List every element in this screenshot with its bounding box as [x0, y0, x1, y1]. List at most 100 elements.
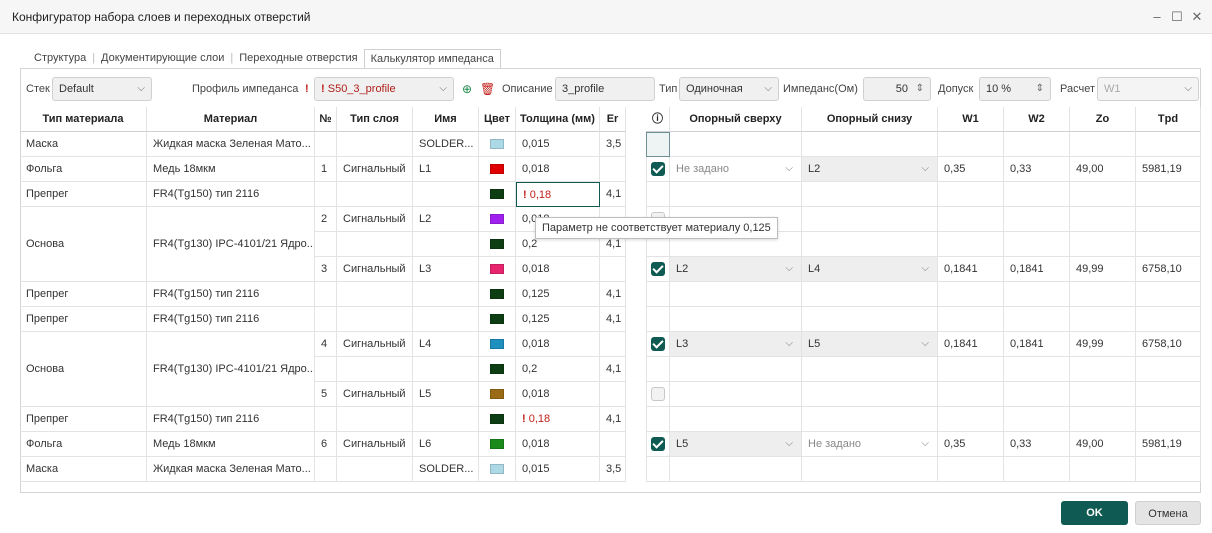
- layer-color-cell[interactable]: [479, 357, 516, 382]
- spin-icon[interactable]: ⇕: [1036, 78, 1044, 100]
- material-cell[interactable]: Медь 18мкм: [147, 157, 315, 182]
- tab-documentation-layers[interactable]: Документирующие слои: [95, 49, 230, 67]
- thickness-cell[interactable]: 0,125: [516, 307, 600, 332]
- calc-checkbox[interactable]: [651, 337, 665, 351]
- profile-select[interactable]: ! S50_3_profile ⌵: [314, 77, 454, 101]
- thickness-cell[interactable]: ! 0,18: [516, 407, 600, 432]
- layer-color-cell[interactable]: [479, 232, 516, 257]
- thickness-cell[interactable]: 0,018: [516, 257, 600, 282]
- thickness-cell[interactable]: 0,2: [516, 357, 600, 382]
- stack-select[interactable]: Default ⌵: [52, 77, 152, 101]
- thickness-cell[interactable]: 0,015: [516, 132, 600, 157]
- calc-toggle-cell[interactable]: [646, 157, 670, 182]
- layer-name-cell[interactable]: SOLDER...: [413, 457, 479, 482]
- layer-name-cell[interactable]: [413, 307, 479, 332]
- thickness-cell[interactable]: 0,018: [516, 382, 600, 407]
- layer-name-cell[interactable]: [413, 407, 479, 432]
- spin-icon[interactable]: ⇕: [916, 78, 924, 100]
- layer-color-cell[interactable]: [479, 157, 516, 182]
- layer-name-cell[interactable]: L4: [413, 332, 479, 357]
- add-circle-icon[interactable]: ⊕: [462, 77, 472, 101]
- layer-type-cell[interactable]: [337, 457, 413, 482]
- material-cell[interactable]: FR4(Tg130) IPC-4101/21 Ядро...: [147, 332, 315, 407]
- layer-type-cell[interactable]: [337, 232, 413, 257]
- layer-type-cell[interactable]: [337, 182, 413, 207]
- calc-checkbox[interactable]: [651, 262, 665, 276]
- tab-impedance-calculator[interactable]: Калькулятор импеданса: [363, 49, 501, 69]
- layer-type-cell[interactable]: Сигнальный: [337, 432, 413, 457]
- layer-type-cell[interactable]: [337, 407, 413, 432]
- thickness-cell[interactable]: 0,018: [516, 157, 600, 182]
- layer-name-cell[interactable]: L6: [413, 432, 479, 457]
- layer-color-cell[interactable]: [479, 307, 516, 332]
- material-cell[interactable]: FR4(Tg150) тип 2116: [147, 307, 315, 332]
- layer-color-cell[interactable]: [479, 282, 516, 307]
- ref-top-select[interactable]: L2 ⌵: [670, 257, 802, 282]
- layer-type-cell[interactable]: [337, 307, 413, 332]
- thickness-cell[interactable]: 0,018: [516, 432, 600, 457]
- layer-color-cell[interactable]: [479, 182, 516, 207]
- layer-type-cell[interactable]: [337, 132, 413, 157]
- thickness-cell[interactable]: 0,125: [516, 282, 600, 307]
- layer-name-cell[interactable]: L2: [413, 207, 479, 232]
- thickness-cell[interactable]: 0,015: [516, 457, 600, 482]
- calc-toggle-cell[interactable]: [646, 257, 670, 282]
- layer-color-cell[interactable]: [479, 432, 516, 457]
- layer-name-cell[interactable]: [413, 282, 479, 307]
- ok-button[interactable]: OK: [1061, 501, 1128, 525]
- ref-top-select[interactable]: L5 ⌵: [670, 432, 802, 457]
- calc-toggle-cell[interactable]: [646, 382, 670, 407]
- ref-top-select[interactable]: Не задано ⌵: [670, 157, 802, 182]
- calc-checkbox[interactable]: [651, 162, 665, 176]
- layer-name-cell[interactable]: L5: [413, 382, 479, 407]
- ref-bottom-select[interactable]: Не задано ⌵: [802, 432, 938, 457]
- layer-type-cell[interactable]: Сигнальный: [337, 332, 413, 357]
- description-input[interactable]: 3_profile: [555, 77, 655, 101]
- layer-type-cell[interactable]: Сигнальный: [337, 382, 413, 407]
- tab-structure[interactable]: Структура: [28, 49, 92, 67]
- layer-type-cell[interactable]: Сигнальный: [337, 157, 413, 182]
- layer-color-cell[interactable]: [479, 257, 516, 282]
- layer-color-cell[interactable]: [479, 132, 516, 157]
- calc-checkbox[interactable]: [651, 387, 665, 401]
- layer-name-cell[interactable]: [413, 232, 479, 257]
- ref-bottom-select[interactable]: L4 ⌵: [802, 257, 938, 282]
- layer-name-cell[interactable]: L3: [413, 257, 479, 282]
- type-select[interactable]: Одиночная ⌵: [679, 77, 779, 101]
- minimize-icon[interactable]: –: [1148, 8, 1166, 26]
- layer-color-cell[interactable]: [479, 207, 516, 232]
- tolerance-spinbox[interactable]: 10 % ⇕: [979, 77, 1051, 101]
- material-cell[interactable]: Медь 18мкм: [147, 432, 315, 457]
- material-cell[interactable]: FR4(Tg130) IPC-4101/21 Ядро...: [147, 207, 315, 282]
- maximize-icon[interactable]: ☐: [1168, 8, 1186, 26]
- thickness-cell[interactable]: ! 0,18: [516, 182, 600, 207]
- layer-color-cell[interactable]: [479, 407, 516, 432]
- layer-color-cell[interactable]: [479, 457, 516, 482]
- calc-checkbox[interactable]: [651, 437, 665, 451]
- ref-bottom-select[interactable]: L5 ⌵: [802, 332, 938, 357]
- layer-name-cell[interactable]: [413, 357, 479, 382]
- thickness-cell[interactable]: 0,018: [516, 332, 600, 357]
- layer-name-cell[interactable]: [413, 182, 479, 207]
- layer-color-cell[interactable]: [479, 382, 516, 407]
- calc-toggle-cell[interactable]: [646, 432, 670, 457]
- impedance-spinbox[interactable]: 50 ⇕: [863, 77, 931, 101]
- layer-name-cell[interactable]: SOLDER...: [413, 132, 479, 157]
- calc-toggle-cell[interactable]: [646, 332, 670, 357]
- layer-type-cell[interactable]: Сигнальный: [337, 207, 413, 232]
- trash-icon[interactable]: 🗑: [480, 77, 495, 101]
- cancel-button[interactable]: Отмена: [1135, 501, 1201, 525]
- material-cell[interactable]: Жидкая маска Зеленая Мато...: [147, 132, 315, 157]
- material-cell[interactable]: FR4(Tg150) тип 2116: [147, 282, 315, 307]
- layer-name-cell[interactable]: L1: [413, 157, 479, 182]
- ref-bottom-select[interactable]: L2 ⌵: [802, 157, 938, 182]
- tab-vias[interactable]: Переходные отверстия: [233, 49, 363, 67]
- material-cell[interactable]: FR4(Tg150) тип 2116: [147, 407, 315, 432]
- layer-type-cell[interactable]: [337, 282, 413, 307]
- close-icon[interactable]: ✕: [1188, 8, 1206, 26]
- material-cell[interactable]: Жидкая маска Зеленая Мато...: [147, 457, 315, 482]
- ref-top-select[interactable]: L3 ⌵: [670, 332, 802, 357]
- material-cell[interactable]: FR4(Tg150) тип 2116: [147, 182, 315, 207]
- layer-color-cell[interactable]: [479, 332, 516, 357]
- layer-type-cell[interactable]: Сигнальный: [337, 257, 413, 282]
